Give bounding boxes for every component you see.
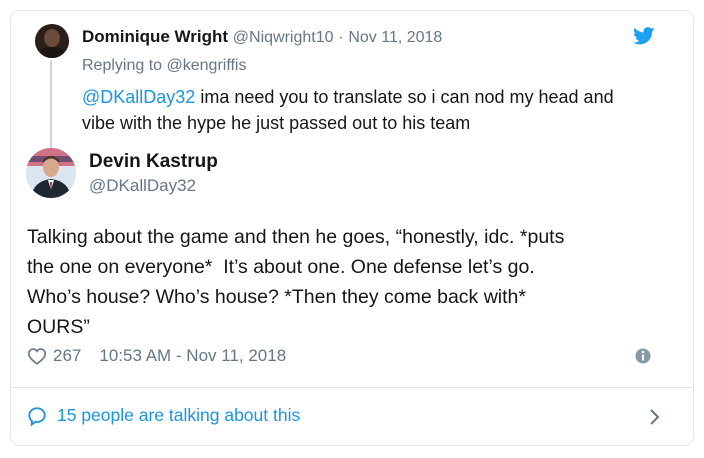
main-tweet-text-line: Who’s house? Who’s house? *Then they com… xyxy=(27,286,526,308)
tweet-timestamp[interactable]: 10:53 AM - Nov 11, 2018 xyxy=(99,346,286,366)
main-tweet-text-line: Talking about the game and then he goes,… xyxy=(27,226,565,248)
conversation-label: 15 people are talking about this xyxy=(57,405,301,425)
chevron-right-icon[interactable] xyxy=(648,408,660,426)
parent-tweet-header: Dominique Wright @Niqwright10 · Nov 11, … xyxy=(82,27,442,47)
parent-tweet-text: @DKallDay32 ima need you to translate so… xyxy=(82,84,682,136)
twitter-bird-icon[interactable] xyxy=(633,27,655,45)
parent-tweet-date[interactable]: Nov 11, 2018 xyxy=(348,29,442,46)
speech-bubble-icon xyxy=(28,406,46,426)
parent-tweet-text-line1: ima need you to translate so i can nod m… xyxy=(195,87,614,107)
heart-icon[interactable] xyxy=(27,347,47,365)
replying-to-handle[interactable]: @kengriffis xyxy=(167,57,247,74)
conversation-link[interactable]: 15 people are talking about this xyxy=(27,405,300,426)
main-tweet-text: Talking about the game and then he goes,… xyxy=(27,222,667,342)
main-author-name[interactable]: Devin Kastrup xyxy=(89,151,218,173)
replying-to-line: Replying to @kengriffis xyxy=(82,57,246,75)
parent-tweet-text-line2: vibe with the hype he just passed out to… xyxy=(82,113,471,133)
footer-divider xyxy=(10,387,694,388)
main-tweet-text-line: the one on everyone* It’s about one. One… xyxy=(27,256,535,278)
replying-to-prefix: Replying to xyxy=(82,57,163,74)
parent-separator: · xyxy=(338,29,344,46)
like-count[interactable]: 267 xyxy=(53,346,81,366)
tweet-meta-row: 267 10:53 AM - Nov 11, 2018 xyxy=(27,344,286,368)
parent-avatar[interactable] xyxy=(35,24,69,58)
parent-tweet-mention[interactable]: @DKallDay32 xyxy=(82,87,195,107)
main-author-handle[interactable]: @DKallDay32 xyxy=(89,176,196,196)
main-tweet-text-line: OURS” xyxy=(27,316,90,338)
parent-author-name[interactable]: Dominique Wright xyxy=(82,27,228,46)
info-icon[interactable] xyxy=(634,347,652,365)
parent-author-handle[interactable]: @Niqwright10 xyxy=(233,29,334,46)
thread-connector-line xyxy=(50,60,52,152)
main-author-avatar[interactable] xyxy=(26,148,76,198)
